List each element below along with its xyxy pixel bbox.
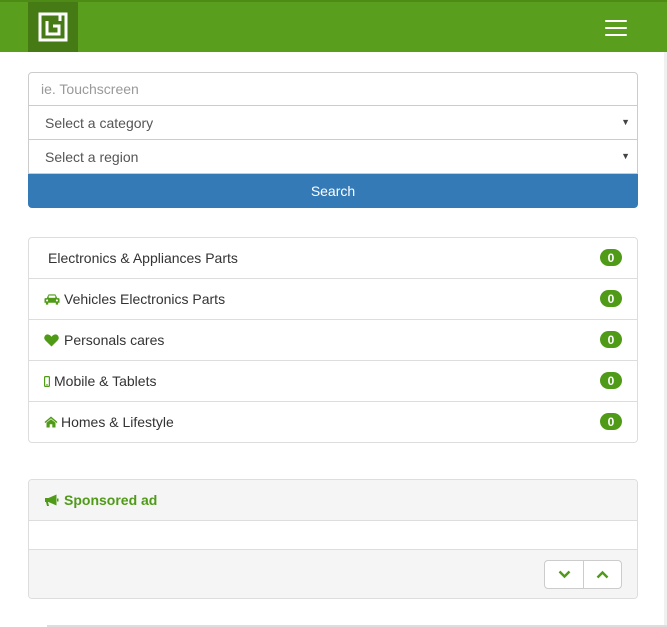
search-button[interactable]: Search xyxy=(28,174,638,208)
category-count-badge: 0 xyxy=(600,249,622,266)
sponsored-ad-title: Sponsored ad xyxy=(64,492,158,508)
category-list: Electronics & Appliances Parts 0 Vehicle… xyxy=(28,237,638,443)
site-logo[interactable] xyxy=(28,2,78,52)
sponsored-ad-header: Sponsored ad xyxy=(29,480,637,521)
category-item-vehicles-electronics[interactable]: Vehicles Electronics Parts 0 xyxy=(29,278,637,319)
category-label: Mobile & Tablets xyxy=(54,373,157,389)
top-navbar xyxy=(0,0,667,52)
category-count-badge: 0 xyxy=(600,331,622,348)
category-label: Personals cares xyxy=(64,332,165,348)
ad-carousel-controls xyxy=(544,560,622,589)
heart-icon xyxy=(44,333,60,347)
ad-next-button[interactable] xyxy=(545,561,583,588)
sponsored-ad-panel: Sponsored ad xyxy=(28,479,638,599)
category-select-value: Select a category xyxy=(45,114,154,131)
category-label: Electronics & Appliances Parts xyxy=(48,250,238,266)
g-logo-icon xyxy=(38,12,68,42)
sponsored-ad-body xyxy=(29,521,637,550)
category-count-badge: 0 xyxy=(600,413,622,430)
search-form: ie. Touchscreen Select a category ▼ Sele… xyxy=(28,72,638,208)
hamburger-menu-icon[interactable] xyxy=(598,16,634,40)
caret-down-icon: ▼ xyxy=(621,151,630,161)
caret-down-icon: ▼ xyxy=(621,117,630,127)
category-item-homes-lifestyle[interactable]: Homes & Lifestyle 0 xyxy=(29,401,637,442)
car-icon xyxy=(44,293,60,306)
category-label: Homes & Lifestyle xyxy=(61,414,174,430)
chevron-down-icon xyxy=(558,570,570,579)
region-select-value: Select a region xyxy=(45,148,139,165)
category-count-badge: 0 xyxy=(600,290,622,307)
sponsored-ad-footer xyxy=(29,550,637,598)
home-icon xyxy=(44,416,58,428)
keyword-search-input[interactable]: ie. Touchscreen xyxy=(28,72,638,106)
keyword-placeholder: ie. Touchscreen xyxy=(41,81,139,97)
category-count-badge: 0 xyxy=(600,372,622,389)
region-select[interactable]: Select a region ▼ xyxy=(28,140,638,174)
ad-prev-button[interactable] xyxy=(583,561,621,588)
category-label: Vehicles Electronics Parts xyxy=(64,291,226,307)
mobile-icon xyxy=(44,375,51,387)
category-item-electronics-appliances[interactable]: Electronics & Appliances Parts 0 xyxy=(29,238,637,278)
chevron-up-icon xyxy=(596,570,609,579)
category-item-mobile-tablets[interactable]: Mobile & Tablets 0 xyxy=(29,360,637,401)
bullhorn-icon xyxy=(45,494,59,506)
category-select[interactable]: Select a category ▼ xyxy=(28,106,638,140)
category-item-personal-care[interactable]: Personals cares 0 xyxy=(29,319,637,360)
